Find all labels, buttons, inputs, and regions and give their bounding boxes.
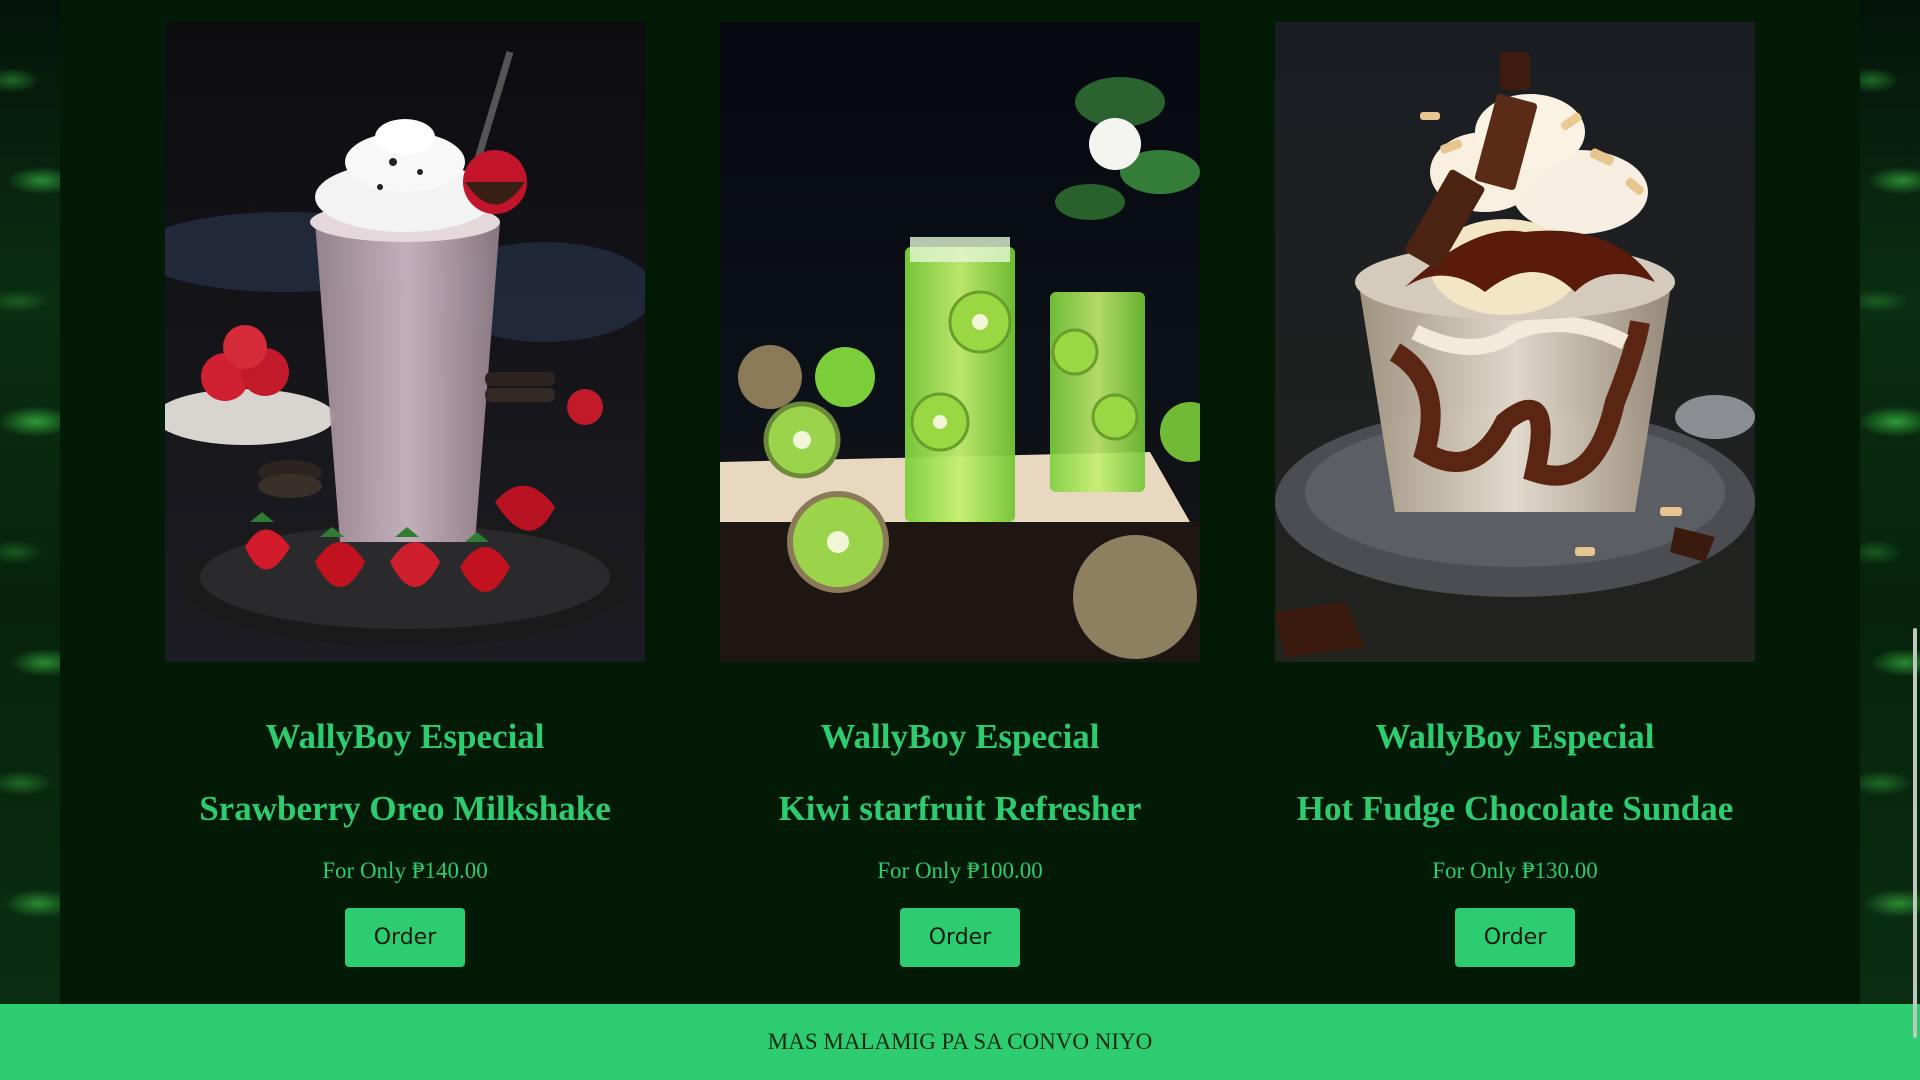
product-card: WallyBoy Especial Srawberry Oreo Milksha… bbox=[125, 0, 685, 967]
fern-background-left bbox=[0, 0, 60, 1004]
product-price: For Only ₱140.00 bbox=[322, 858, 488, 883]
order-button[interactable]: Order bbox=[900, 908, 1020, 967]
order-button[interactable]: Order bbox=[1455, 908, 1575, 967]
order-button[interactable]: Order bbox=[345, 908, 465, 967]
footer-banner: MAS MALAMIG PA SA CONVO NIYO bbox=[0, 1004, 1920, 1080]
product-price: For Only ₱130.00 bbox=[1432, 858, 1598, 883]
kiwi-refresher-photo bbox=[720, 22, 1200, 662]
fudge-sundae-photo bbox=[1275, 22, 1755, 662]
product-brand: WallyBoy Especial bbox=[820, 717, 1100, 756]
product-name: Srawberry Oreo Milkshake bbox=[199, 789, 611, 828]
product-brand: WallyBoy Especial bbox=[1375, 717, 1655, 756]
product-card: WallyBoy Especial Hot Fudge Chocolate Su… bbox=[1235, 0, 1795, 967]
footer-tagline: MAS MALAMIG PA SA CONVO NIYO bbox=[767, 1029, 1153, 1054]
product-name: Hot Fudge Chocolate Sundae bbox=[1296, 789, 1734, 828]
product-section: WallyBoy Especial Srawberry Oreo Milksha… bbox=[60, 0, 1860, 1004]
milkshake-photo bbox=[165, 22, 645, 662]
product-name: Kiwi starfruit Refresher bbox=[778, 789, 1142, 828]
product-brand: WallyBoy Especial bbox=[265, 717, 545, 756]
fern-background-right bbox=[1860, 0, 1920, 1004]
product-card: WallyBoy Especial Kiwi starfruit Refresh… bbox=[680, 0, 1240, 967]
scrollbar-thumb[interactable] bbox=[1913, 628, 1917, 1038]
product-price: For Only ₱100.00 bbox=[877, 858, 1043, 883]
